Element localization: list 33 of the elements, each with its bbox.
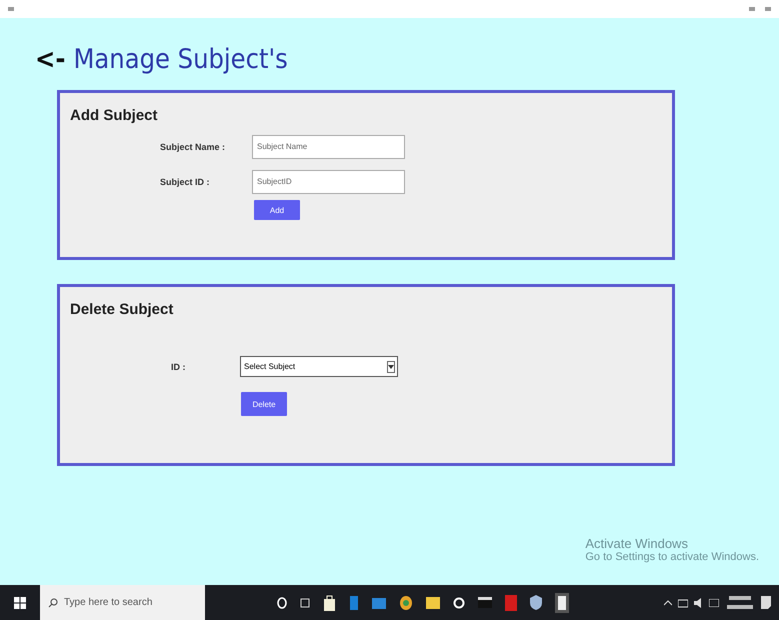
network-icon[interactable] bbox=[678, 598, 688, 608]
caret-icon[interactable] bbox=[664, 600, 672, 606]
card-heading: Add Subject bbox=[70, 107, 159, 124]
speaker-icon[interactable] bbox=[694, 598, 703, 608]
activation-title: Activate Windows bbox=[585, 536, 689, 551]
document-icon[interactable] bbox=[505, 594, 517, 610]
notepad-icon[interactable] bbox=[555, 592, 569, 612]
search-placeholder: Type here to search bbox=[64, 597, 152, 608]
back-link[interactable]: <- bbox=[35, 44, 66, 75]
delete-button[interactable]: Delete bbox=[241, 392, 287, 416]
round-browser-icon[interactable] bbox=[399, 594, 413, 610]
activation-subtitle: Go to Settings to activate Windows. bbox=[585, 551, 759, 563]
input-field[interactable]: SubjectID bbox=[252, 170, 405, 194]
windows-logo-icon[interactable] bbox=[14, 596, 26, 608]
field-label: ID : bbox=[171, 362, 186, 372]
page-title: Manage Subject's bbox=[73, 44, 288, 75]
field-label: Subject ID : bbox=[160, 176, 211, 186]
terminal-icon[interactable] bbox=[478, 597, 492, 608]
folder-icon[interactable] bbox=[426, 596, 440, 609]
task-view-icon[interactable] bbox=[300, 598, 310, 608]
search-icon bbox=[48, 598, 58, 608]
input-field[interactable]: Subject Name bbox=[252, 134, 405, 158]
field-label: Subject Name : bbox=[160, 142, 226, 152]
ring-icon[interactable] bbox=[453, 596, 465, 608]
shield-icon[interactable] bbox=[530, 595, 542, 610]
shopping-bag-icon[interactable] bbox=[323, 594, 336, 610]
add-button[interactable]: Add bbox=[254, 200, 300, 220]
circle-icon[interactable] bbox=[277, 596, 287, 608]
envelope-icon[interactable] bbox=[372, 596, 386, 610]
taskbar-search-field[interactable]: Type here to search bbox=[40, 585, 205, 620]
keyboard-icon[interactable] bbox=[709, 598, 719, 606]
card-heading: Delete Subject bbox=[70, 301, 174, 318]
subject-dropdown[interactable]: Select Subject bbox=[240, 356, 398, 377]
